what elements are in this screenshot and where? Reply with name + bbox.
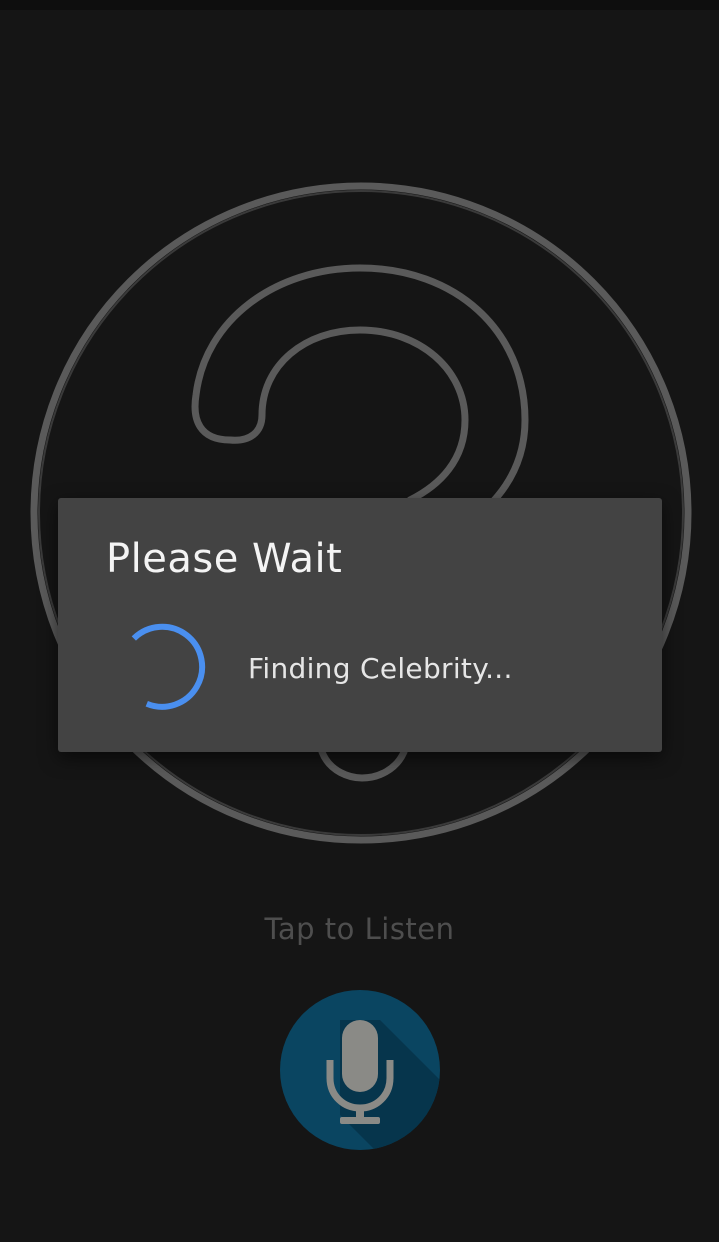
dialog-title: Please Wait (106, 536, 343, 582)
dialog-message: Finding Celebrity... (248, 652, 513, 685)
screen: Tap to Listen Please Wait Finding Celebr… (0, 0, 719, 1242)
progress-dialog: Please Wait Finding Celebrity... (58, 498, 662, 752)
loading-spinner-icon (131, 623, 206, 710)
